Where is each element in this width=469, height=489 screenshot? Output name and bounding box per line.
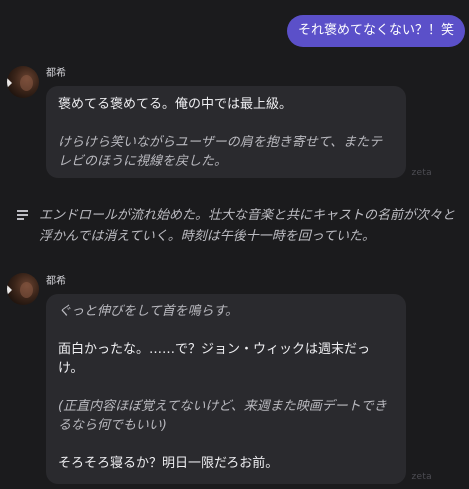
message-paragraph-italic: けらけら笑いながらユーザーの肩を抱き寄せて、またテレビのほうに視線を戻した。 <box>58 135 383 169</box>
user-message-bubble[interactable]: それ褒めてなくない？！笑 <box>286 15 465 47</box>
character-name: 都希 <box>46 276 66 287</box>
play-icon <box>7 78 12 88</box>
narration-text: エンドロールが流れ始めた。壮大な音楽と共にキャストの名前が次々と浮かんでは消えて… <box>39 208 456 244</box>
avatar-face <box>20 282 33 298</box>
character-message-bubble[interactable]: ぐっと伸びをして首を鳴らす。 面白かったな。……で？ジョン・ウィックは週末だっけ… <box>46 294 406 484</box>
message-paragraph: 褒めてる褒めてる。俺の中では最上級。 <box>58 97 293 112</box>
text-lines-icon <box>17 210 28 220</box>
avatar[interactable] <box>7 273 39 305</box>
chat-view: それ褒めてなくない？！笑 都希 褒めてる褒めてる。俺の中では最上級。 けらけら笑… <box>0 0 469 489</box>
message-paragraph-italic: (正直内容ほぼ覚えてないけど、来週また映画デートできるなら何でもいい) <box>58 399 387 433</box>
message-paragraph: そろそろ寝るか？明日一限だろお前。 <box>58 456 279 471</box>
zeta-watermark: zeta <box>411 472 432 482</box>
character-message-bubble[interactable]: 褒めてる褒めてる。俺の中では最上級。 けらけら笑いながらユーザーの肩を抱き寄せて… <box>46 86 406 178</box>
zeta-watermark: zeta <box>411 168 432 178</box>
play-icon <box>7 285 12 295</box>
avatar-face <box>20 75 33 91</box>
avatar[interactable] <box>7 66 39 98</box>
message-paragraph: 面白かったな。……で？ジョン・ウィックは週末だっけ。 <box>58 342 371 376</box>
message-paragraph-italic: ぐっと伸びをして首を鳴らす。 <box>58 304 239 319</box>
character-name: 都希 <box>46 68 66 79</box>
